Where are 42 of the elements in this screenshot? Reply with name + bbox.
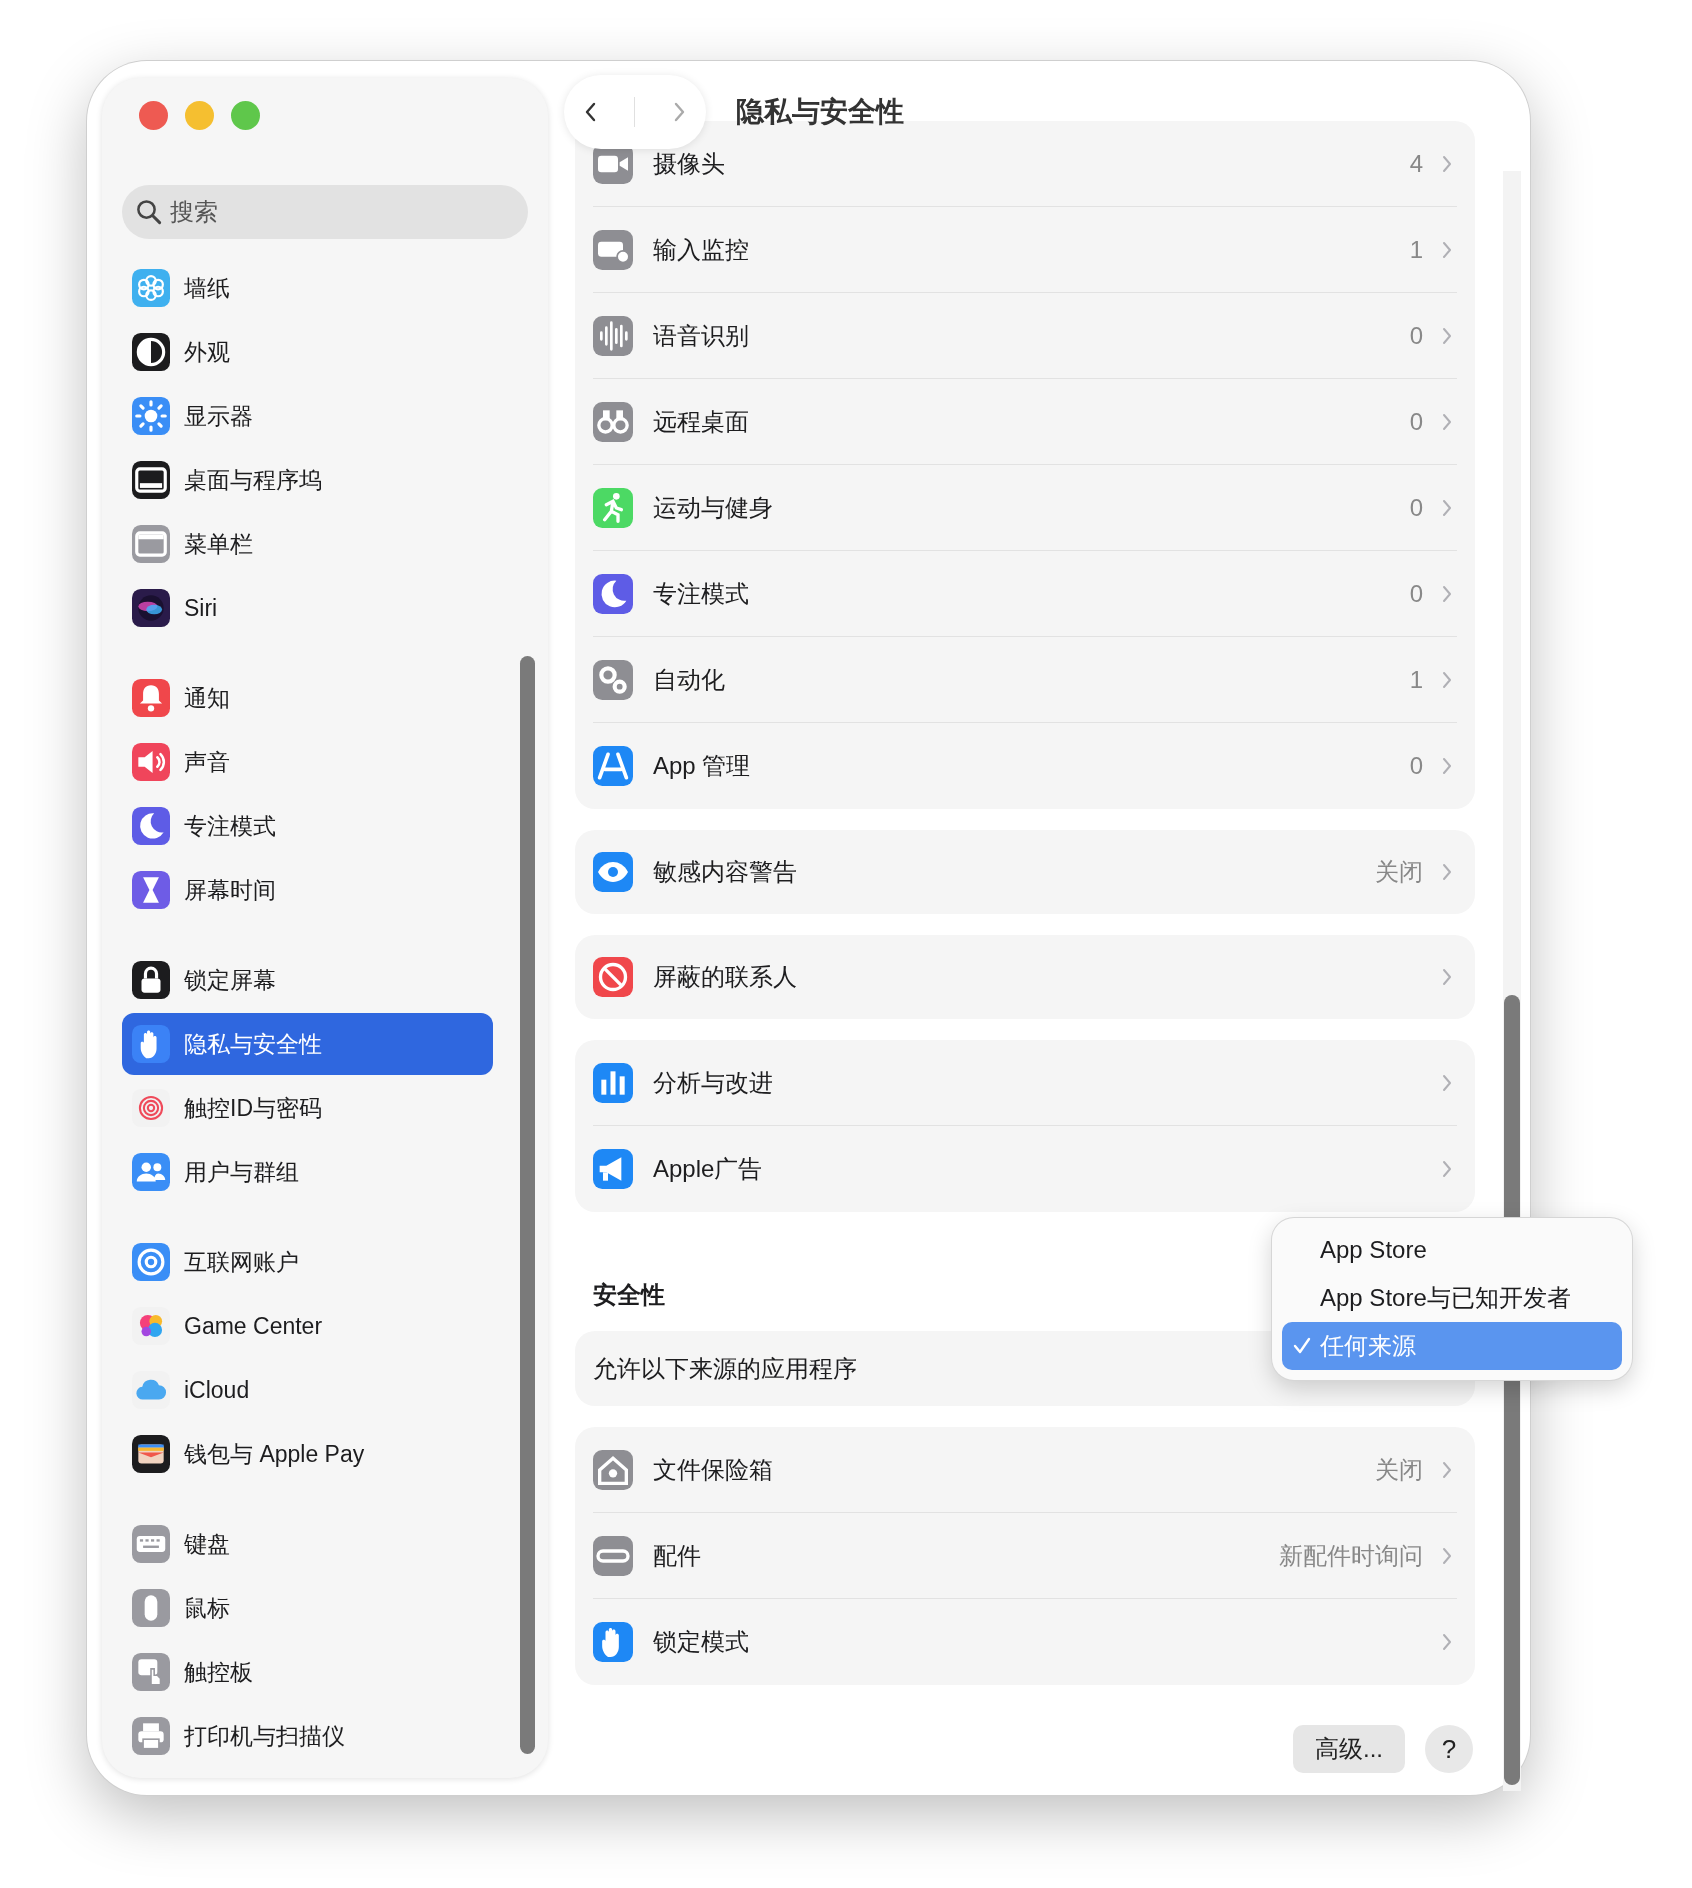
sidebar-item[interactable]: 隐私与安全性: [122, 1013, 493, 1075]
settings-row[interactable]: 运动与健身 0: [593, 465, 1457, 551]
sidebar-item[interactable]: 钱包与 Apple Pay: [122, 1423, 493, 1485]
sidebar-item[interactable]: 锁定屏幕: [122, 949, 493, 1011]
sidebar-item[interactable]: Game Center: [122, 1295, 493, 1357]
settings-row[interactable]: 分析与改进: [593, 1040, 1457, 1126]
sidebar-item[interactable]: 屏幕时间: [122, 859, 493, 921]
settings-row[interactable]: 屏蔽的联系人: [593, 935, 1457, 1019]
settings-row[interactable]: 语音识别 0: [593, 293, 1457, 379]
settings-row[interactable]: 远程桌面 0: [593, 379, 1457, 465]
sidebar-item[interactable]: 声音: [122, 731, 493, 793]
settings-row[interactable]: 锁定模式: [593, 1599, 1457, 1685]
sidebar-item[interactable]: 专注模式: [122, 795, 493, 857]
sidebar-item[interactable]: 墙纸: [122, 257, 493, 319]
help-button[interactable]: ?: [1425, 1725, 1473, 1773]
settings-row[interactable]: 配件 新配件时询问: [593, 1513, 1457, 1599]
settings-row[interactable]: 输入监控 1: [593, 207, 1457, 293]
search-field[interactable]: 搜索: [122, 185, 528, 239]
sidebar-item[interactable]: 用户与群组: [122, 1141, 493, 1203]
menu-item[interactable]: App Store: [1282, 1226, 1622, 1274]
sidebar-item[interactable]: 鼠标: [122, 1577, 493, 1639]
settings-row[interactable]: 专注模式 0: [593, 551, 1457, 637]
sidebar-item[interactable]: 菜单栏: [122, 513, 493, 575]
sidebar-item[interactable]: 打印机与扫描仪: [122, 1705, 493, 1767]
settings-row[interactable]: 自动化 1: [593, 637, 1457, 723]
settings-row[interactable]: App 管理 0: [593, 723, 1457, 809]
sidebar-item[interactable]: 显示器: [122, 385, 493, 447]
settings-row[interactable]: Apple广告: [593, 1126, 1457, 1212]
sidebar-item[interactable]: Siri: [122, 577, 493, 639]
sidebar-item[interactable]: 触控板: [122, 1641, 493, 1703]
settings-row[interactable]: 敏感内容警告 关闭: [593, 830, 1457, 914]
sidebar-item[interactable]: 桌面与程序坞: [122, 449, 493, 511]
sidebar-item[interactable]: 互联网账户: [122, 1231, 493, 1293]
advanced-button[interactable]: 高级...: [1293, 1725, 1405, 1773]
sidebar-item[interactable]: 通知: [122, 667, 493, 729]
sidebar-item[interactable]: 触控ID与密码: [122, 1077, 493, 1139]
section-heading: 安全性: [593, 1280, 665, 1310]
settings-row[interactable]: 文件保险箱 关闭: [593, 1427, 1457, 1513]
sidebar-item[interactable]: 外观: [122, 321, 493, 383]
sidebar-item[interactable]: iCloud: [122, 1359, 493, 1421]
sidebar-item[interactable]: 键盘: [122, 1513, 493, 1575]
menu-item[interactable]: App Store与已知开发者: [1282, 1274, 1622, 1322]
